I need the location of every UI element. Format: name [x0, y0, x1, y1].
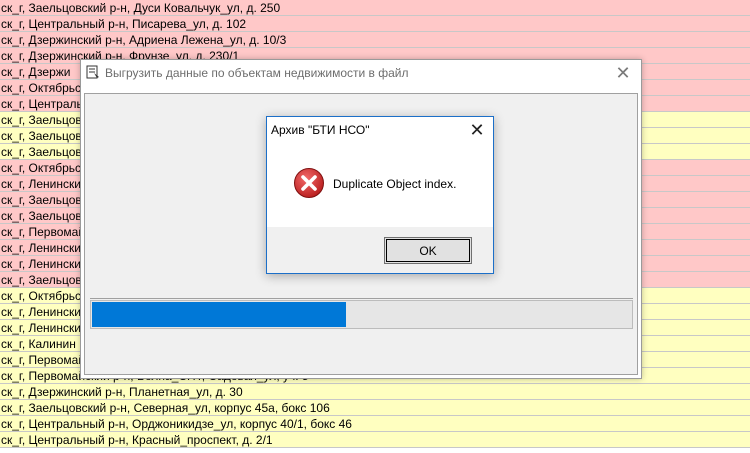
- error-message-box-titlebar[interactable]: Архив "БТИ НСО" ✕: [267, 117, 493, 143]
- ok-button[interactable]: OK: [384, 237, 472, 264]
- table-row[interactable]: ск_г, Заельцовский р-н, Северная_ул, кор…: [0, 400, 750, 416]
- export-dialog-titlebar[interactable]: Выгрузить данные по объектам недвижимост…: [81, 60, 641, 86]
- table-row[interactable]: ск_г, Дзержинский р-н, Планетная_ул, д. …: [0, 384, 750, 400]
- close-icon[interactable]: ✕: [613, 63, 633, 83]
- error-message-box-footer: OK: [267, 227, 493, 273]
- error-icon: [294, 168, 324, 198]
- table-row[interactable]: ск_г, Заельцовский р-н, Дуси Ковальчук_у…: [0, 0, 750, 16]
- table-row[interactable]: ск_г, Центральный р-н, Орджоникидзе_ул, …: [0, 416, 750, 432]
- table-row[interactable]: ск_г, Дзержинский р-н, Адриена Лежена_ул…: [0, 32, 750, 48]
- error-message-box-title: Архив "БТИ НСО": [271, 123, 370, 137]
- progress-fill: [92, 302, 346, 327]
- app-icon: [86, 65, 99, 79]
- divider: [90, 298, 633, 299]
- progress-bar: [90, 300, 633, 329]
- table-row[interactable]: ск_г, Центральный р-н, Красный_проспект,…: [0, 432, 750, 448]
- export-dialog-title: Выгрузить данные по объектам недвижимост…: [105, 66, 409, 80]
- error-message-box: Архив "БТИ НСО" ✕ Duplicate Object index…: [266, 116, 494, 274]
- error-message-box-body: Duplicate Object index.: [267, 143, 493, 227]
- close-icon[interactable]: ✕: [467, 120, 487, 140]
- table-row[interactable]: ск_г, Центральный р-н, Писарева_ул, д. 1…: [0, 16, 750, 32]
- error-message-text: Duplicate Object index.: [333, 177, 457, 191]
